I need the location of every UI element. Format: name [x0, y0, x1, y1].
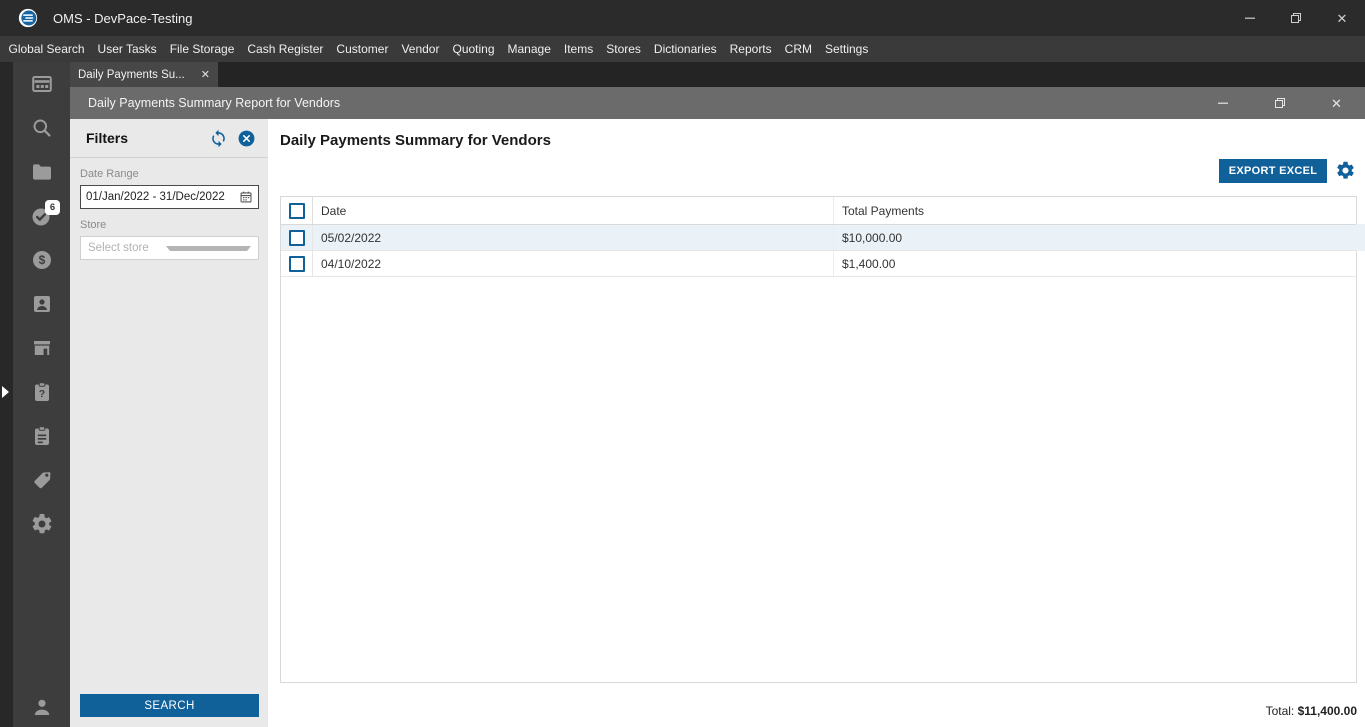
contact-card-icon [33, 296, 50, 312]
clipboard-list-icon [34, 426, 49, 445]
table-row[interactable]: 05/02/2022 $10,000.00 [281, 224, 1365, 251]
row-date: 05/02/2022 [313, 225, 834, 250]
app-title: OMS - DevPace-Testing [53, 10, 193, 26]
notification-badge: 6 [45, 200, 60, 215]
filters-panel: Filters Date Range 01/Jan/2022 - 31/Dec/… [70, 119, 268, 727]
menu-item-user-tasks[interactable]: User Tasks [91, 36, 163, 62]
dollar-icon: $ [32, 251, 51, 269]
folder-icon [32, 164, 51, 180]
search-icon [33, 119, 51, 137]
store-select[interactable]: Select store [80, 236, 259, 260]
date-range-label: Date Range [80, 168, 139, 180]
table-row[interactable]: 04/10/2022 $1,400.00 [281, 251, 1356, 277]
menu-item-file-storage[interactable]: File Storage [163, 36, 241, 62]
row-checkbox[interactable] [288, 229, 305, 246]
row-total: $10,000.00 [842, 230, 903, 245]
app-titlebar: OMS - DevPace-Testing ✕ [0, 0, 1365, 36]
select-all-checkbox[interactable] [288, 202, 305, 219]
sidebar-item-tag[interactable] [13, 458, 70, 502]
menu-item-stores[interactable]: Stores [600, 36, 648, 62]
sidebar-item-user[interactable] [13, 691, 70, 723]
menu-item-global-search[interactable]: Global Search [2, 36, 91, 62]
menu-item-manage[interactable]: Manage [501, 36, 557, 62]
doc-close-button[interactable]: ✕ [1308, 87, 1365, 119]
close-button[interactable]: ✕ [1319, 0, 1365, 36]
doc-minimize-button[interactable] [1194, 87, 1251, 119]
report-title: Daily Payments Summary for Vendors [280, 132, 551, 149]
menu-item-items[interactable]: Items [557, 36, 599, 62]
svg-text:$: $ [38, 253, 45, 267]
calendar-icon[interactable] [239, 190, 253, 204]
column-header-date[interactable]: Date [313, 197, 834, 224]
app-logo-icon [18, 8, 38, 28]
dashboard-icon [31, 76, 52, 92]
store-placeholder: Select store [88, 242, 149, 254]
minimize-button[interactable] [1227, 0, 1273, 36]
date-range-input[interactable]: 01/Jan/2022 - 31/Dec/2022 [80, 185, 259, 209]
payments-table: Date Total Payments 05/02/2022 $10,000.0… [280, 196, 1365, 683]
doc-title: Daily Payments Summary Report for Vendor… [88, 96, 341, 110]
menu-item-vendor[interactable]: Vendor [395, 36, 446, 62]
sidebar-item-gear[interactable] [13, 502, 70, 546]
sidebar-item-contact-card[interactable] [13, 282, 70, 326]
export-excel-button[interactable]: EXPORT EXCEL [1219, 159, 1327, 183]
chevron-down-icon [165, 245, 251, 251]
store-label: Store [80, 219, 107, 231]
sidebar-item-clipboard-question[interactable]: ? [13, 370, 70, 414]
report-content: Daily Payments Summary for Vendors EXPOR… [268, 119, 1365, 727]
menu-bar: Global Search User Tasks File Storage Cash … [0, 36, 1365, 62]
tab-close-icon[interactable]: ✕ [201, 68, 210, 81]
refresh-icon[interactable] [208, 128, 228, 148]
column-header-total-payments[interactable]: Total Payments [834, 197, 1356, 224]
search-button[interactable]: SEARCH [80, 694, 259, 717]
store-icon [33, 341, 50, 355]
doc-restore-button[interactable] [1251, 87, 1308, 119]
sidebar-item-folder[interactable] [13, 150, 70, 194]
menu-item-cash-register[interactable]: Cash Register [241, 36, 330, 62]
row-date: 04/10/2022 [313, 251, 834, 276]
menu-item-quoting[interactable]: Quoting [446, 36, 501, 62]
user-icon [34, 699, 49, 715]
menu-item-crm[interactable]: CRM [778, 36, 818, 62]
tab-daily-payments[interactable]: Daily Payments Su... ✕ [70, 62, 218, 87]
sidebar-item-store[interactable] [13, 326, 70, 370]
tab-strip: Daily Payments Su... ✕ [70, 62, 1365, 87]
tag-icon [33, 472, 51, 489]
gear-icon[interactable] [1335, 160, 1356, 181]
tab-label: Daily Payments Su... [78, 68, 185, 81]
clipboard-question-icon: ? [34, 382, 49, 401]
gear-icon [32, 513, 51, 534]
svg-text:?: ? [38, 388, 44, 400]
sidebar-item-search[interactable] [13, 106, 70, 150]
total-footer: Total: $11,400.00 [1266, 704, 1357, 718]
close-circle-icon[interactable] [236, 128, 256, 148]
sidebar-item-tasks-check[interactable]: 6 [13, 194, 70, 238]
menu-item-customer[interactable]: Customer [330, 36, 395, 62]
date-range-value: 01/Jan/2022 - 31/Dec/2022 [86, 191, 225, 203]
filters-title: Filters [86, 130, 129, 146]
sidebar-item-dollar[interactable]: $ [13, 238, 70, 282]
menu-item-settings[interactable]: Settings [818, 36, 874, 62]
total-label: Total: [1265, 704, 1295, 718]
row-total: $1,400.00 [842, 256, 896, 271]
menu-item-dictionaries[interactable]: Dictionaries [647, 36, 723, 62]
sidebar-item-dashboard[interactable] [13, 62, 70, 106]
row-checkbox[interactable] [288, 255, 305, 272]
sidebar-item-clipboard-list[interactable] [13, 414, 70, 458]
restore-button[interactable] [1273, 0, 1319, 36]
doc-titlebar: Daily Payments Summary Report for Vendor… [70, 87, 1365, 119]
table-header: Date Total Payments [281, 197, 1356, 225]
sidebar: 6 $? [0, 62, 70, 727]
total-value: $11,400.00 [1297, 704, 1357, 718]
sidebar-expand-arrow[interactable] [2, 386, 9, 398]
menu-item-reports[interactable]: Reports [723, 36, 778, 62]
